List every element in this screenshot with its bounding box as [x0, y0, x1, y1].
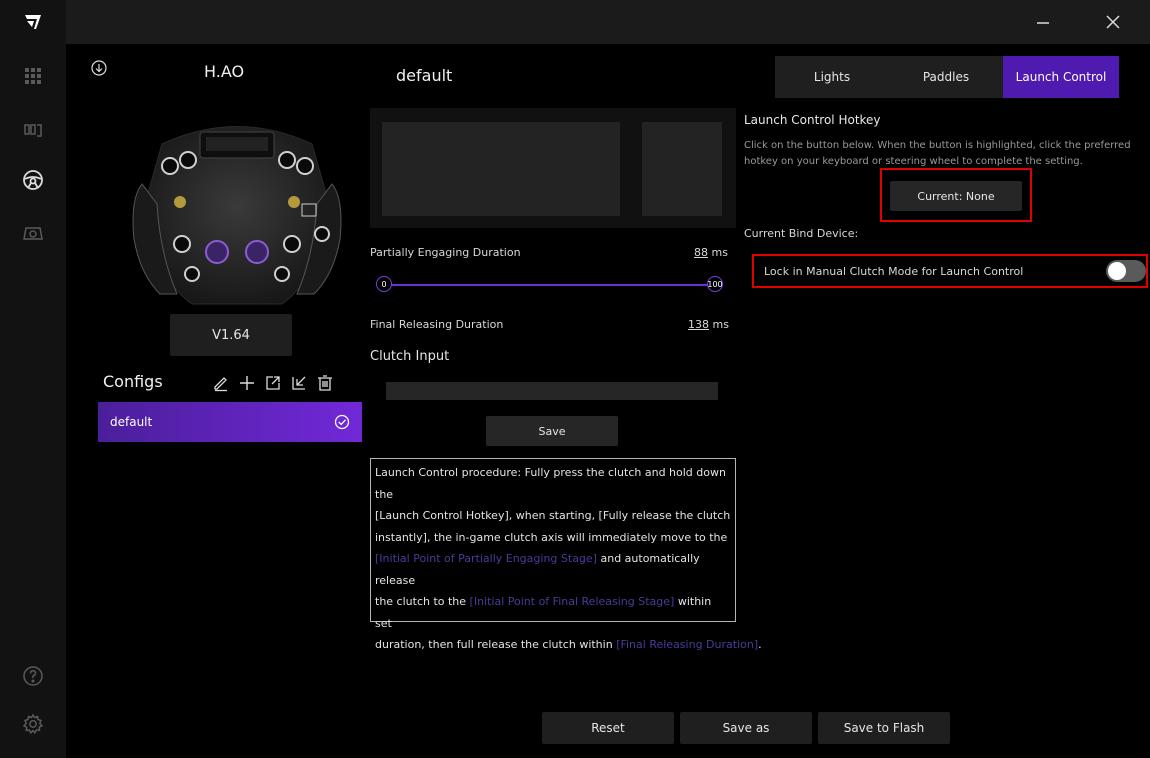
delete-icon[interactable] — [316, 374, 334, 392]
lock-clutch-toggle[interactable] — [1106, 260, 1146, 282]
partial-duration-max-handle[interactable]: 100 — [707, 276, 723, 292]
info-line-2: [Launch Control Hotkey], when starting, … — [375, 509, 731, 522]
clutch-save-button[interactable]: Save — [486, 416, 618, 446]
hotkey-help-line-1: Click on the button below. When the butt… — [744, 140, 1131, 151]
config-item-default[interactable]: default — [98, 402, 362, 442]
final-duration-readout: 138 ms — [688, 318, 729, 331]
window-titlebar — [66, 0, 1150, 44]
info-line-6-rest: . — [758, 638, 762, 651]
add-icon[interactable] — [238, 374, 256, 392]
minimize-button[interactable] — [1028, 8, 1058, 36]
info-line-4: [Initial Point of Partially Engaging Sta… — [375, 548, 731, 591]
wheel-image — [122, 104, 352, 314]
profile-name: default — [396, 66, 453, 85]
info-line-1: Launch Control procedure: Fully press th… — [375, 466, 726, 501]
gamepad-icon[interactable] — [17, 216, 49, 248]
check-circle-icon — [334, 414, 350, 430]
brand-logo-icon — [17, 6, 49, 38]
preview-display-right — [642, 122, 722, 216]
reset-button[interactable]: Reset — [542, 712, 674, 744]
pedals-icon[interactable] — [17, 114, 49, 146]
partial-duration-track[interactable] — [384, 284, 714, 286]
info-line-6-start: duration, then full release the clutch w… — [375, 638, 617, 651]
bind-device-label: Current Bind Device: — [744, 227, 859, 240]
save-as-button[interactable]: Save as — [680, 712, 812, 744]
info-highlight-partial: [Initial Point of Partially Engaging Sta… — [375, 552, 597, 565]
hotkey-help-line-2: hotkey on your keyboard or steering whee… — [744, 156, 1083, 167]
info-line-6: duration, then full release the clutch w… — [375, 634, 762, 656]
main-content: H.AO V1.64 Configs default default Parti… — [66, 44, 1150, 758]
partial-duration-min-handle[interactable]: 0 — [376, 276, 392, 292]
tab-paddles[interactable]: Paddles — [889, 56, 1003, 98]
edit-icon[interactable] — [212, 374, 230, 392]
clutch-input-title: Clutch Input — [370, 349, 450, 364]
import-icon[interactable] — [290, 374, 308, 392]
steering-wheel-icon[interactable] — [17, 164, 49, 196]
partial-duration-label: Partially Engaging Duration — [370, 246, 521, 259]
current-hotkey-button[interactable]: Current: None — [890, 181, 1022, 211]
save-to-flash-button[interactable]: Save to Flash — [818, 712, 950, 744]
tab-launch-control[interactable]: Launch Control — [1003, 56, 1119, 98]
partial-duration-unit: ms — [711, 246, 728, 259]
info-highlight-final-stage: [Initial Point of Final Releasing Stage] — [469, 595, 675, 608]
firmware-version-button[interactable]: V1.64 — [170, 314, 292, 356]
partial-duration-value: 88 — [694, 246, 708, 259]
config-item-label: default — [110, 415, 153, 429]
hotkey-title: Launch Control Hotkey — [744, 113, 881, 127]
close-button[interactable] — [1098, 8, 1128, 36]
final-duration-label: Final Releasing Duration — [370, 318, 504, 331]
nav-rail — [0, 0, 66, 758]
clutch-input-bar — [386, 382, 718, 400]
final-duration-unit: ms — [712, 318, 729, 331]
export-icon[interactable] — [264, 374, 282, 392]
info-line-5-start: the clutch to the — [375, 595, 470, 608]
toggle-knob — [1108, 262, 1126, 280]
launch-control-info: Launch Control procedure: Fully press th… — [370, 458, 762, 651]
info-highlight-final-duration: [Final Releasing Duration] — [616, 638, 759, 651]
partial-duration-readout: 88 ms — [694, 246, 728, 259]
tab-bar: Lights Paddles Launch Control — [775, 56, 1119, 98]
preview-display-left — [382, 122, 620, 216]
configs-title: Configs — [103, 372, 163, 391]
device-name: H.AO — [204, 62, 245, 81]
grid-icon[interactable] — [17, 60, 49, 92]
lock-clutch-label: Lock in Manual Clutch Mode for Launch Co… — [764, 265, 1024, 278]
final-duration-value: 138 — [688, 318, 709, 331]
info-line-5: the clutch to the [Initial Point of Fina… — [375, 591, 731, 634]
tab-lights[interactable]: Lights — [775, 56, 889, 98]
help-icon[interactable] — [17, 660, 49, 692]
info-line-3: instantly], the in-game clutch axis will… — [375, 530, 728, 544]
download-icon[interactable] — [90, 59, 108, 77]
preview-area — [370, 108, 736, 228]
settings-icon[interactable] — [17, 708, 49, 740]
